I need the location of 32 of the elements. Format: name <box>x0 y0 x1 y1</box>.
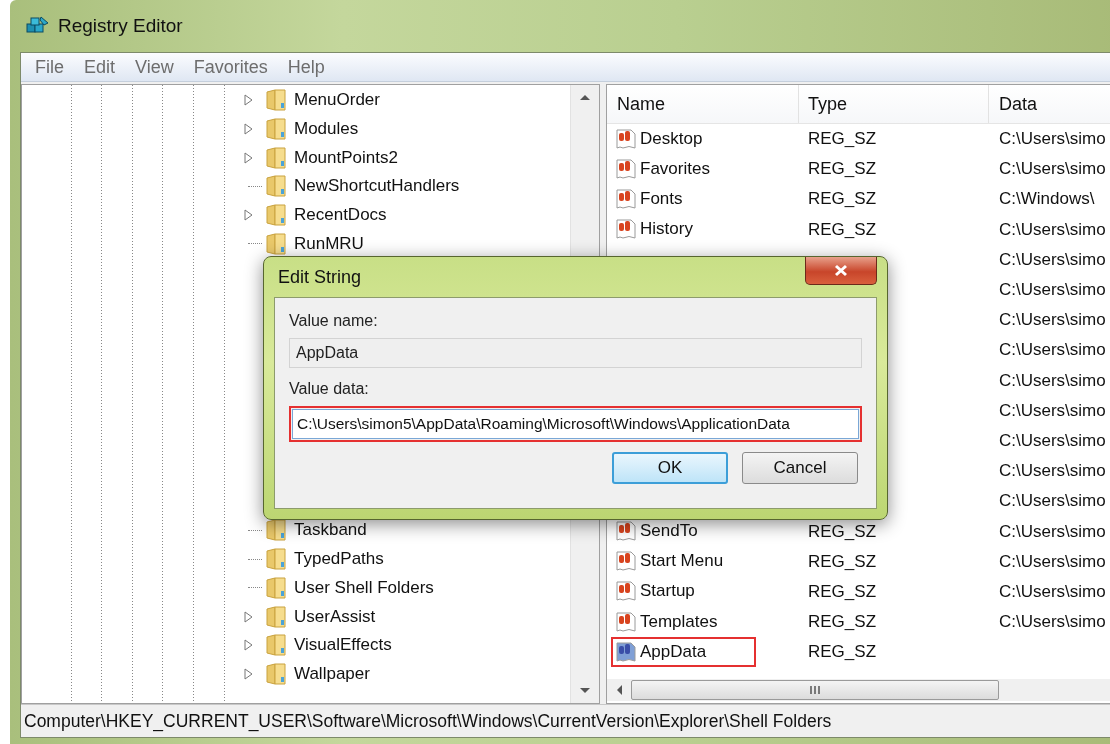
table-cell: C:\Windows\ <box>999 189 1095 209</box>
table-cell: C:\Users\simo <box>999 310 1106 330</box>
table-cell: C:\Users\simo <box>999 491 1106 511</box>
table-cell: C:\Users\simo <box>999 249 1106 269</box>
table-cell: REG_SZ <box>808 612 877 632</box>
table-cell: C:\Users\simo <box>999 430 1106 450</box>
table-cell: C:\Users\simo <box>999 370 1106 390</box>
table-cell: REG_SZ <box>808 642 877 662</box>
table-cell: REG_SZ <box>808 551 877 571</box>
table-cell: REG_SZ <box>808 129 877 149</box>
table-cell: REG_SZ <box>808 521 877 541</box>
table-cell: C:\Users\simo <box>999 612 1106 632</box>
status-path: Computer\HKEY_CURRENT_USER\Software\Microsoft\Windows\CurrentVersion\Explorer\Shell Folders <box>24 710 832 732</box>
window-title: Registry Editor <box>58 15 183 37</box>
table-cell: REG_SZ <box>808 219 877 239</box>
dialog-title: Edit String <box>278 266 362 288</box>
table-cell: C:\Users\simo <box>999 159 1106 179</box>
table-cell: C:\Users\simo <box>999 551 1106 571</box>
table-cell: C:\Users\simo <box>999 219 1106 239</box>
table-cell: C:\Users\simo <box>999 461 1106 481</box>
table-cell: C:\Users\simo <box>999 400 1106 420</box>
table-cell: C:\Users\simo <box>999 521 1106 541</box>
table-cell: C:\Users\simo <box>999 129 1106 149</box>
field-label: Value data: <box>289 380 370 398</box>
table-cell: C:\Users\simo <box>999 581 1106 601</box>
table-cell: C:\Users\simo <box>999 280 1106 300</box>
value-name-field: AppData <box>289 338 862 368</box>
table-cell: REG_SZ <box>808 159 877 179</box>
table-cell: REG_SZ <box>808 581 877 601</box>
field-label: Value name: <box>289 312 379 330</box>
table-cell: C:\Users\simo <box>999 340 1106 360</box>
table-cell: REG_SZ <box>808 189 877 209</box>
